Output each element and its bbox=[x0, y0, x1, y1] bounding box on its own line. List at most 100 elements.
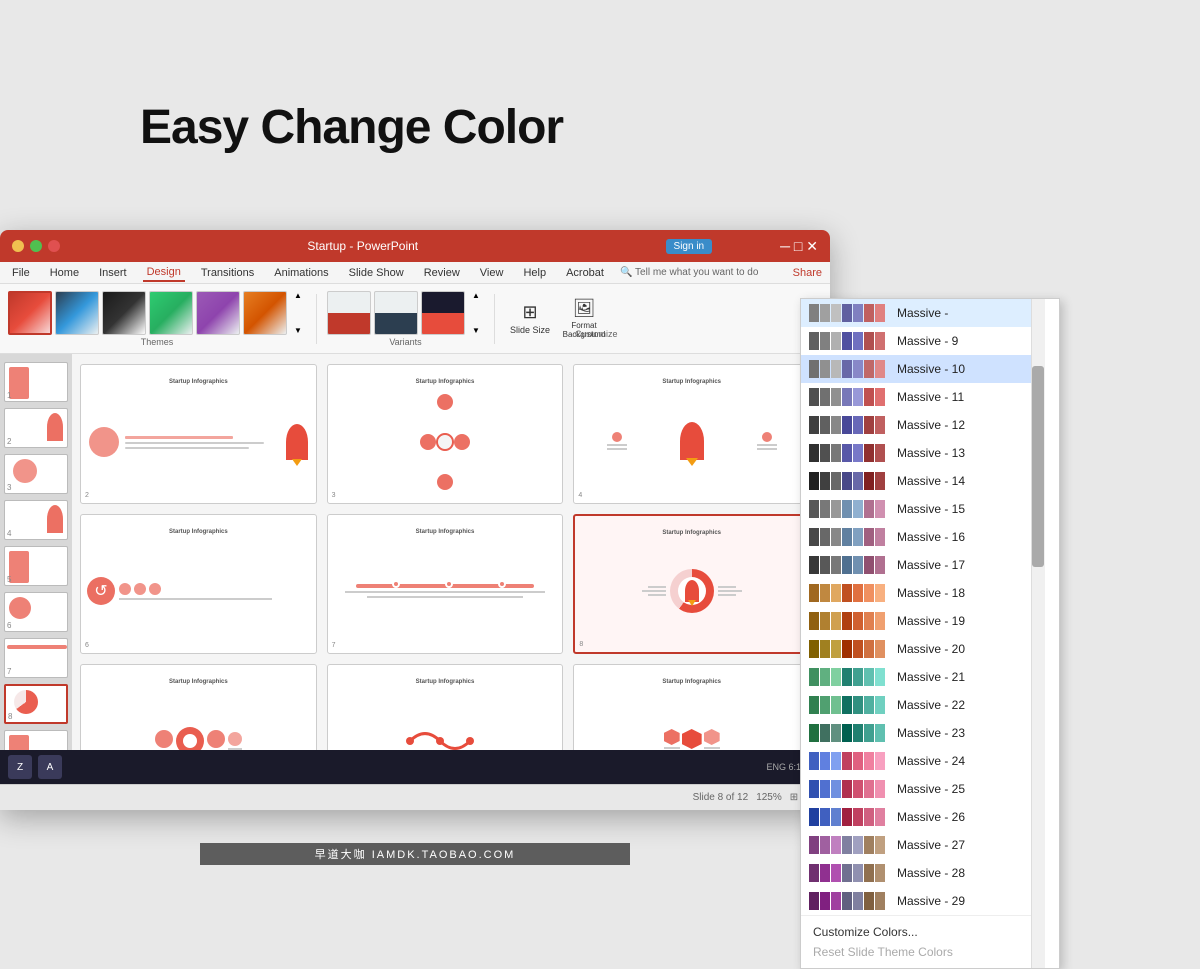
theme-row-21[interactable]: Massive - 29 bbox=[801, 887, 1045, 915]
theme-row-13[interactable]: Massive - 21 bbox=[801, 663, 1045, 691]
theme-name-1: Massive - 9 bbox=[897, 334, 1037, 348]
theme-row-6[interactable]: Massive - 14 bbox=[801, 467, 1045, 495]
panel-scrollbar[interactable] bbox=[1031, 299, 1045, 968]
tab-view[interactable]: View bbox=[476, 265, 508, 281]
taskbar-icon-2[interactable]: A bbox=[38, 755, 62, 779]
theme-row-14[interactable]: Massive - 22 bbox=[801, 691, 1045, 719]
theme-row-15[interactable]: Massive - 23 bbox=[801, 719, 1045, 747]
theme-row-8[interactable]: Massive - 16 bbox=[801, 523, 1045, 551]
tab-insert[interactable]: Insert bbox=[95, 265, 131, 281]
theme-name-21: Massive - 29 bbox=[897, 894, 1037, 908]
theme-row-20[interactable]: Massive - 28 bbox=[801, 859, 1045, 887]
theme-swatch-2[interactable] bbox=[55, 291, 99, 335]
slide-8[interactable]: Startup Infographics bbox=[573, 514, 810, 654]
reset-colors-button[interactable]: Reset Slide Theme Colors bbox=[809, 942, 1037, 962]
ribbon-divider-1 bbox=[316, 294, 317, 344]
theme-scroll[interactable]: ▲ ▼ bbox=[290, 291, 306, 335]
theme-row-16[interactable]: Massive - 24 bbox=[801, 747, 1045, 775]
tab-slideshow[interactable]: Slide Show bbox=[345, 265, 408, 281]
theme-row-0[interactable]: Massive - bbox=[801, 299, 1045, 327]
theme-row-9[interactable]: Massive - 17 bbox=[801, 551, 1045, 579]
theme-row-12[interactable]: Massive - 20 bbox=[801, 635, 1045, 663]
maximize-button[interactable] bbox=[30, 240, 42, 252]
tab-design[interactable]: Design bbox=[143, 264, 185, 282]
slide-size-label: Slide Size bbox=[510, 325, 550, 335]
theme-name-7: Massive - 15 bbox=[897, 502, 1037, 516]
slide-7-timeline bbox=[334, 537, 557, 645]
theme-name-4: Massive - 12 bbox=[897, 418, 1037, 432]
theme-name-9: Massive - 17 bbox=[897, 558, 1037, 572]
theme-row-3[interactable]: Massive - 11 bbox=[801, 383, 1045, 411]
theme-row-19[interactable]: Massive - 27 bbox=[801, 831, 1045, 859]
slide-size-icon: ⊞ bbox=[522, 302, 537, 323]
search-box[interactable]: 🔍 Tell me what you want to do bbox=[620, 267, 758, 278]
theme-row-2[interactable]: Massive - 10 bbox=[801, 355, 1045, 383]
title-area: Easy Change Color bbox=[140, 100, 563, 155]
tab-transitions[interactable]: Transitions bbox=[197, 265, 258, 281]
tab-animations[interactable]: Animations bbox=[270, 265, 332, 281]
taskbar: Z A ENG 6:16 PM bbox=[0, 750, 830, 784]
sign-in-button[interactable]: Sign in bbox=[666, 239, 713, 254]
close-button[interactable] bbox=[48, 240, 60, 252]
format-bg-icon: 🖼 bbox=[573, 298, 596, 319]
tab-acrobat[interactable]: Acrobat bbox=[562, 265, 608, 281]
slide-2[interactable]: Startup Infographics 2 bbox=[80, 364, 317, 504]
theme-row-18[interactable]: Massive - 26 bbox=[801, 803, 1045, 831]
slide-num-4: 4 bbox=[578, 492, 582, 499]
variant-scroll[interactable]: ▲ ▼ bbox=[468, 291, 484, 335]
theme-row-10[interactable]: Massive - 18 bbox=[801, 579, 1045, 607]
theme-name-0: Massive - bbox=[897, 306, 1037, 320]
panel-footer: Customize Colors... Reset Slide Theme Co… bbox=[801, 915, 1045, 968]
theme-name-12: Massive - 20 bbox=[897, 642, 1037, 656]
ribbon-divider-2 bbox=[494, 294, 495, 344]
slide-6-items: ↺ bbox=[87, 537, 310, 645]
slide-4[interactable]: Startup Infographics bbox=[573, 364, 810, 504]
share-button[interactable]: Share bbox=[793, 267, 822, 279]
scroll-thumb[interactable] bbox=[1032, 366, 1044, 567]
slide-11-title: Startup Infographics bbox=[416, 679, 475, 685]
slide-3[interactable]: Startup Infographics 3 bbox=[327, 364, 564, 504]
slide-6[interactable]: Startup Infographics ↺ 6 bbox=[80, 514, 317, 654]
customize-colors-button[interactable]: Customize Colors... bbox=[809, 922, 1037, 942]
window-title: Startup - PowerPoint bbox=[60, 239, 666, 253]
theme-swatch-5[interactable] bbox=[196, 291, 240, 335]
theme-name-16: Massive - 24 bbox=[897, 754, 1037, 768]
taskbar-icon-1[interactable]: Z bbox=[8, 755, 32, 779]
theme-row-17[interactable]: Massive - 25 bbox=[801, 775, 1045, 803]
page-title: Easy Change Color bbox=[140, 100, 563, 155]
variant-1[interactable] bbox=[327, 291, 371, 335]
slide-8-circular bbox=[581, 538, 802, 644]
theme-name-2: Massive - 10 bbox=[897, 362, 1037, 376]
tab-review[interactable]: Review bbox=[420, 265, 464, 281]
theme-name-3: Massive - 11 bbox=[897, 390, 1037, 404]
theme-row-1[interactable]: Massive - 9 bbox=[801, 327, 1045, 355]
minimize-button[interactable] bbox=[12, 240, 24, 252]
slide-12-title: Startup Infographics bbox=[662, 679, 721, 685]
theme-name-20: Massive - 28 bbox=[897, 866, 1037, 880]
slide-10-title: Startup Infographics bbox=[169, 679, 228, 685]
variants-label: Variants bbox=[389, 337, 421, 347]
tab-home[interactable]: Home bbox=[46, 265, 83, 281]
tab-help[interactable]: Help bbox=[519, 265, 550, 281]
theme-swatch-4[interactable] bbox=[149, 291, 193, 335]
theme-rows-container: Massive - Massive - 9 Massive - 10 Massive … bbox=[801, 299, 1045, 915]
slide-size-button[interactable]: ⊞ Slide Size bbox=[505, 297, 555, 341]
slide-4-items bbox=[580, 387, 803, 495]
window-controls: ─ □ ✕ bbox=[780, 238, 818, 255]
theme-row-11[interactable]: Massive - 19 bbox=[801, 607, 1045, 635]
theme-row-5[interactable]: Massive - 13 bbox=[801, 439, 1045, 467]
slide-2-shape1 bbox=[89, 427, 119, 457]
slide-7[interactable]: Startup Infographics 7 bbox=[327, 514, 564, 654]
slide-3-title: Startup Infographics bbox=[416, 379, 475, 385]
theme-row-4[interactable]: Massive - 12 bbox=[801, 411, 1045, 439]
zoom-level: 125% bbox=[756, 792, 782, 803]
bottom-status-bar: Slide 8 of 12 125% ⊞ ▭ ⊡ bbox=[0, 784, 830, 810]
theme-swatch-6[interactable] bbox=[243, 291, 287, 335]
theme-active-swatch[interactable] bbox=[8, 291, 52, 335]
variant-2[interactable] bbox=[374, 291, 418, 335]
tab-file[interactable]: File bbox=[8, 265, 34, 281]
theme-row-7[interactable]: Massive - 15 bbox=[801, 495, 1045, 523]
theme-name-13: Massive - 21 bbox=[897, 670, 1037, 684]
theme-swatch-3[interactable] bbox=[102, 291, 146, 335]
variant-3[interactable] bbox=[421, 291, 465, 335]
